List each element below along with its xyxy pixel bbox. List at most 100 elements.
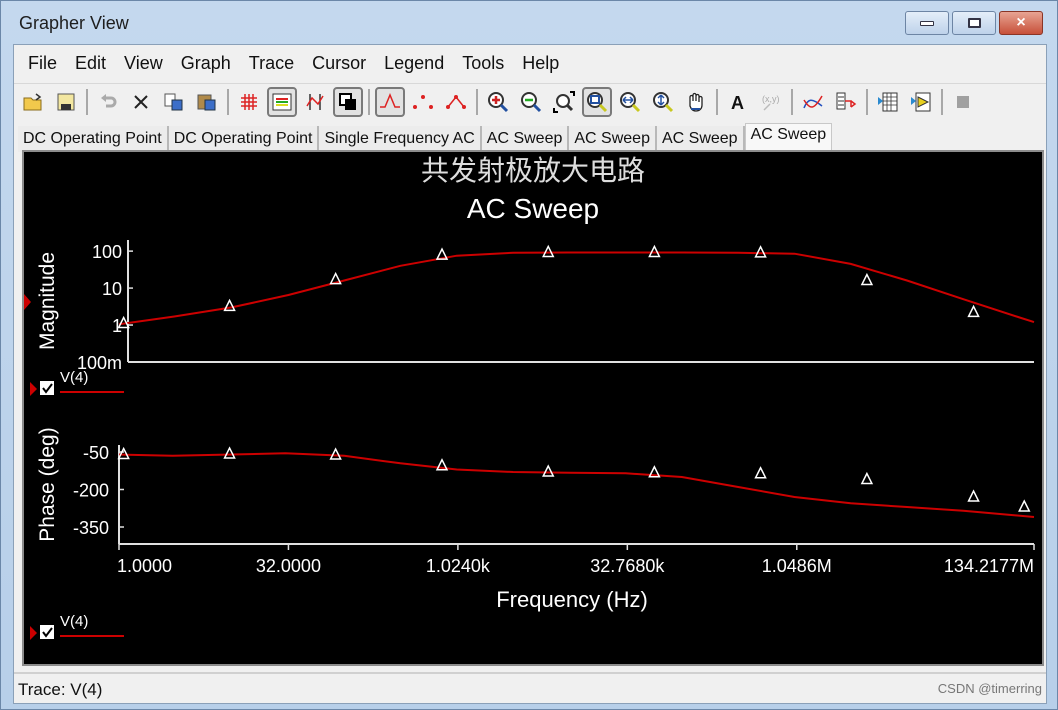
show-lines-points-button[interactable] bbox=[441, 87, 471, 117]
zoom-out-button[interactable] bbox=[516, 87, 546, 117]
status-text: Trace: V(4) bbox=[18, 680, 103, 699]
menu-edit[interactable]: Edit bbox=[75, 53, 116, 74]
svg-text:(x,y): (x,y) bbox=[762, 94, 780, 104]
magnitude-y-label: Magnitude bbox=[36, 252, 59, 350]
legend-pointer-icon bbox=[30, 382, 37, 396]
close-button[interactable]: × bbox=[999, 11, 1043, 35]
copy-button[interactable] bbox=[159, 87, 189, 117]
pan-hand-button[interactable] bbox=[681, 87, 711, 117]
xy-label-icon: (x,y) bbox=[760, 92, 782, 112]
toolbar-separator bbox=[227, 88, 229, 115]
legend-checkbox bbox=[40, 625, 54, 639]
show-points-icon bbox=[412, 93, 434, 111]
window-title: Grapher View bbox=[19, 13, 129, 33]
magnitude-y-tick-label: 10 bbox=[102, 279, 122, 299]
copy-icon bbox=[163, 92, 185, 112]
title-bar[interactable]: Grapher View × bbox=[1, 1, 1057, 45]
toolbar-separator bbox=[866, 88, 868, 115]
undo-icon bbox=[98, 92, 118, 112]
toolbar-separator bbox=[368, 88, 370, 115]
menu-tools[interactable]: Tools bbox=[462, 53, 514, 74]
x-tick-label: 134.2177M bbox=[944, 556, 1034, 576]
stop-icon bbox=[954, 93, 972, 111]
x-tick-label: 32.0000 bbox=[256, 556, 321, 576]
phase-data-marker bbox=[754, 466, 767, 479]
save-icon bbox=[56, 92, 76, 112]
export-table-button[interactable] bbox=[873, 87, 903, 117]
status-bar: Trace: V(4) CSDN @timerring bbox=[14, 672, 1046, 702]
paste-button[interactable] bbox=[192, 87, 222, 117]
graph-area[interactable]: 共发射极放大电路 AC Sweep 100 10 1 100m Magnitude V(4) -… bbox=[22, 150, 1044, 666]
chart-svg[interactable]: 共发射极放大电路AC Sweep100101100mMagnitudeV(4)-… bbox=[24, 152, 1042, 664]
menu-cursor[interactable]: Cursor bbox=[312, 53, 376, 74]
menu-graph[interactable]: Graph bbox=[181, 53, 241, 74]
menu-legend[interactable]: Legend bbox=[384, 53, 454, 74]
zoom-x-button[interactable] bbox=[615, 87, 645, 117]
tab-ac-sweep-6[interactable]: AC Sweep bbox=[656, 126, 745, 152]
tab-dc-operating-point-2[interactable]: DC Operating Point bbox=[168, 126, 320, 152]
zoom-area-button[interactable] bbox=[582, 86, 612, 117]
grid-icon bbox=[239, 92, 259, 112]
menu-bar: File Edit View Graph Trace Cursor Legend… bbox=[14, 45, 1046, 81]
stop-button bbox=[948, 87, 978, 117]
tab-ac-sweep-4[interactable]: AC Sweep bbox=[481, 126, 570, 152]
show-lines-button[interactable] bbox=[375, 86, 405, 117]
grapher-window: Grapher View × File Edit View Graph Trac… bbox=[0, 0, 1058, 710]
delete-icon bbox=[132, 93, 150, 111]
legend-button[interactable] bbox=[267, 86, 297, 117]
magnitude-y-tick-label: 1 bbox=[112, 316, 122, 336]
chart-title: 共发射极放大电路 bbox=[421, 155, 645, 186]
cursors-button[interactable] bbox=[300, 87, 330, 117]
delete-button[interactable] bbox=[126, 87, 156, 117]
phase-y-tick-label: -50 bbox=[83, 443, 109, 463]
x-tick-label: 1.0240k bbox=[426, 556, 491, 576]
reverse-colors-button[interactable] bbox=[333, 86, 363, 117]
x-tick-label: 1.0486M bbox=[762, 556, 832, 576]
tab-ac-sweep-5[interactable]: AC Sweep bbox=[569, 126, 657, 152]
zoom-x-icon bbox=[619, 91, 641, 113]
minimize-button[interactable] bbox=[905, 11, 949, 35]
export-excel-button[interactable] bbox=[831, 87, 861, 117]
toolbar: A (x,y) bbox=[14, 83, 1046, 119]
tab-dc-operating-point-1[interactable]: DC Operating Point bbox=[18, 126, 169, 152]
x-tick-label: 32.7680k bbox=[590, 556, 665, 576]
magnitude-data-marker bbox=[967, 304, 980, 318]
maximize-button[interactable] bbox=[952, 11, 996, 35]
text-label-button[interactable]: A bbox=[723, 87, 753, 117]
phase-trace-line bbox=[118, 452, 1035, 518]
zoom-full-button[interactable] bbox=[549, 87, 579, 117]
toolbar-separator bbox=[476, 88, 478, 115]
xy-label-button: (x,y) bbox=[756, 87, 786, 117]
magnitude-data-marker bbox=[860, 272, 874, 286]
show-lines-points-icon bbox=[445, 93, 467, 111]
phase-data-marker bbox=[542, 464, 555, 477]
chart-subtitle: AC Sweep bbox=[467, 193, 599, 224]
export-excel-icon bbox=[835, 91, 857, 113]
phase-y-tick-label: -200 bbox=[73, 481, 109, 501]
save-button[interactable] bbox=[51, 87, 81, 117]
menu-view[interactable]: View bbox=[124, 53, 173, 74]
open-folder-icon bbox=[22, 92, 44, 112]
toolbar-separator bbox=[86, 88, 88, 115]
undo-button[interactable] bbox=[93, 87, 123, 117]
open-folder-button[interactable] bbox=[18, 87, 48, 117]
watermark: CSDN @timerring bbox=[937, 681, 1042, 696]
menu-file[interactable]: File bbox=[28, 53, 67, 74]
zoom-in-button[interactable] bbox=[483, 87, 513, 117]
zoom-area-icon bbox=[586, 91, 608, 113]
zoom-y-button[interactable] bbox=[648, 87, 678, 117]
menu-help[interactable]: Help bbox=[522, 53, 569, 74]
zoom-in-icon bbox=[487, 91, 509, 113]
grid-button[interactable] bbox=[234, 87, 264, 117]
show-points-button[interactable] bbox=[408, 87, 438, 117]
tab-strip: DC Operating Point DC Operating Point Sing… bbox=[14, 122, 1046, 152]
tab-single-frequency-ac-3[interactable]: Single Frequency AC bbox=[319, 126, 482, 152]
menu-trace[interactable]: Trace bbox=[249, 53, 304, 74]
pan-hand-icon bbox=[685, 91, 707, 113]
overlay-traces-button[interactable] bbox=[798, 87, 828, 117]
phase-data-marker bbox=[1018, 499, 1031, 512]
export-labview-button[interactable] bbox=[906, 87, 936, 117]
magnitude-data-marker bbox=[754, 245, 767, 258]
export-labview-icon bbox=[910, 91, 932, 113]
tab-ac-sweep-7[interactable]: AC Sweep bbox=[744, 123, 833, 152]
